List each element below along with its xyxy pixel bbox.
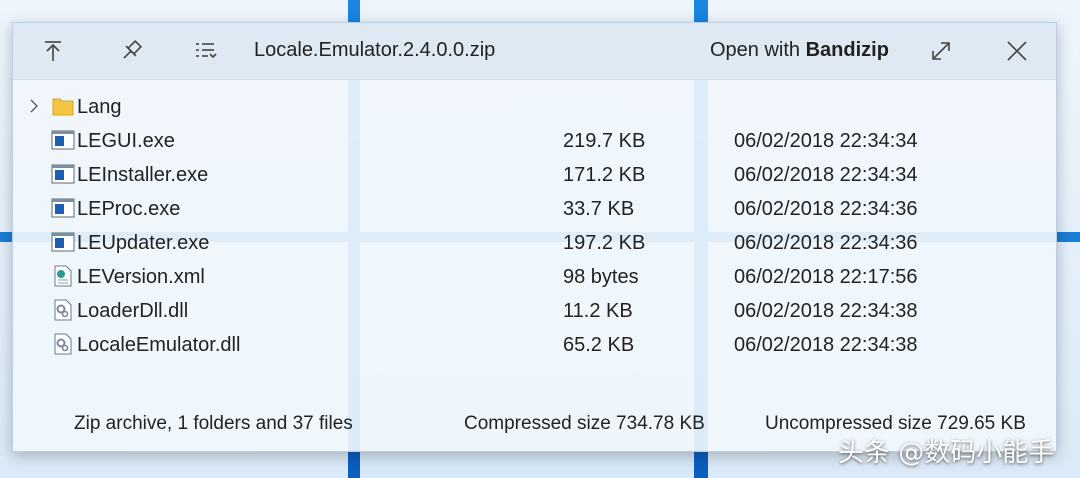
list-item[interactable]: LEInstaller.exe 171.2 KB 06/02/2018 22:3… (13, 159, 1056, 191)
exe-icon (51, 198, 75, 218)
archive-summary: Zip archive, 1 folders and 37 files (74, 413, 353, 434)
file-name: LEInstaller.exe (77, 164, 209, 186)
title-bar: Locale.Emulator.2.4.0.0.zip Open with Ba… (13, 23, 1056, 80)
file-name: LoaderDll.dll (77, 300, 189, 322)
file-size: 98 bytes (563, 266, 639, 288)
file-date: 06/02/2018 22:34:36 (734, 198, 918, 220)
open-with-button[interactable]: Open with Bandizip (710, 39, 889, 62)
file-date: 06/02/2018 22:34:34 (734, 164, 918, 186)
list-item[interactable]: LEProc.exe 33.7 KB 06/02/2018 22:34:36 (13, 193, 1056, 225)
file-date: 06/02/2018 22:17:56 (734, 266, 918, 288)
list-item[interactable]: LoaderDll.dll 11.2 KB 06/02/2018 22:34:3… (13, 295, 1056, 327)
list-item[interactable]: Lang (13, 91, 1056, 123)
list-item[interactable]: LEGUI.exe 219.7 KB 06/02/2018 22:34:34 (13, 125, 1056, 157)
xml-icon (54, 265, 72, 287)
exe-icon (51, 164, 75, 184)
list-view-icon[interactable] (192, 37, 220, 65)
open-with-prefix: Open with (710, 39, 806, 61)
file-size: 65.2 KB (563, 334, 635, 356)
folder-icon (52, 98, 74, 116)
file-name: LEGUI.exe (77, 130, 175, 152)
file-name: LEProc.exe (77, 198, 181, 220)
file-date: 06/02/2018 22:34:38 (734, 300, 918, 322)
expand-icon[interactable] (927, 37, 955, 65)
file-name: LocaleEmulator.dll (77, 334, 241, 356)
file-date: 06/02/2018 22:34:38 (734, 334, 918, 356)
dll-icon (54, 333, 72, 355)
file-size: 219.7 KB (563, 130, 646, 152)
watermark: 头条 @数码小能手 (838, 438, 1055, 468)
exe-icon (51, 130, 75, 150)
expand-chevron-icon[interactable] (29, 99, 39, 113)
file-size: 197.2 KB (563, 232, 646, 254)
up-arrow-icon[interactable] (39, 37, 67, 65)
archive-window: Locale.Emulator.2.4.0.0.zip Open with Ba… (12, 22, 1057, 452)
list-item[interactable]: LEVersion.xml 98 bytes 06/02/2018 22:17:… (13, 261, 1056, 293)
file-date: 06/02/2018 22:34:36 (734, 232, 918, 254)
file-date: 06/02/2018 22:34:34 (734, 130, 918, 152)
file-name: Lang (77, 96, 122, 118)
file-size: 33.7 KB (563, 198, 635, 220)
close-icon[interactable] (1003, 37, 1031, 65)
list-item[interactable]: LEUpdater.exe 197.2 KB 06/02/2018 22:34:… (13, 227, 1056, 259)
archive-title: Locale.Emulator.2.4.0.0.zip (254, 39, 496, 61)
file-name: LEUpdater.exe (77, 232, 210, 254)
file-size: 171.2 KB (563, 164, 646, 186)
file-name: LEVersion.xml (77, 266, 205, 288)
list-item[interactable]: LocaleEmulator.dll 65.2 KB 06/02/2018 22… (13, 329, 1056, 361)
compressed-size: Compressed size 734.78 KB (464, 413, 705, 434)
file-size: 11.2 KB (563, 300, 633, 322)
dll-icon (54, 299, 72, 321)
open-with-app: Bandizip (805, 39, 889, 61)
pin-icon[interactable] (117, 37, 145, 65)
exe-icon (51, 232, 75, 252)
